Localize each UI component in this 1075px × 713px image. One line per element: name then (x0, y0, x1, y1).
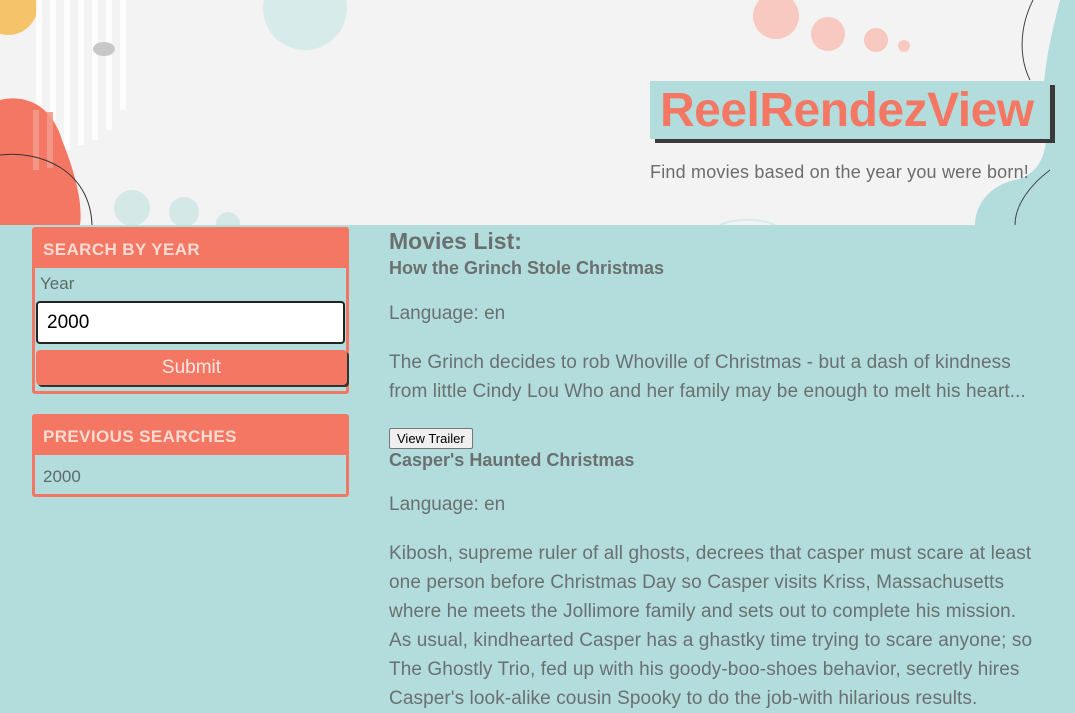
movie-language: Language: en (389, 494, 506, 515)
movie-title: Casper's Haunted Christmas (389, 450, 635, 470)
hero-banner: ReelRendezView Find movies based on the … (0, 0, 1075, 225)
year-label: Year (40, 274, 75, 293)
movie-title: How the Grinch Stole Christmas (389, 258, 665, 278)
search-panel-heading: SEARCH BY YEAR (35, 230, 346, 268)
search-panel: SEARCH BY YEAR Year Submit (32, 227, 349, 394)
year-input[interactable] (36, 301, 345, 344)
site-tagline: Find movies based on the year you were b… (650, 162, 1030, 182)
movies-list-heading: Movies List: (389, 228, 522, 254)
previous-searches-heading: PREVIOUS SEARCHES (35, 417, 346, 455)
movie-overview: Kibosh, supreme ruler of all ghosts, dec… (389, 543, 1033, 709)
movie-language: Language: en (389, 303, 506, 324)
site-title: ReelRendezView (660, 84, 1034, 137)
previous-search-item[interactable]: 2000 (43, 467, 81, 487)
submit-button[interactable]: Submit (36, 350, 347, 385)
view-trailer-button[interactable]: View Trailer (389, 428, 473, 449)
previous-searches-panel: PREVIOUS SEARCHES 2000 (32, 414, 349, 497)
movie-overview: The Grinch decides to rob Whoville of Ch… (389, 352, 1026, 402)
